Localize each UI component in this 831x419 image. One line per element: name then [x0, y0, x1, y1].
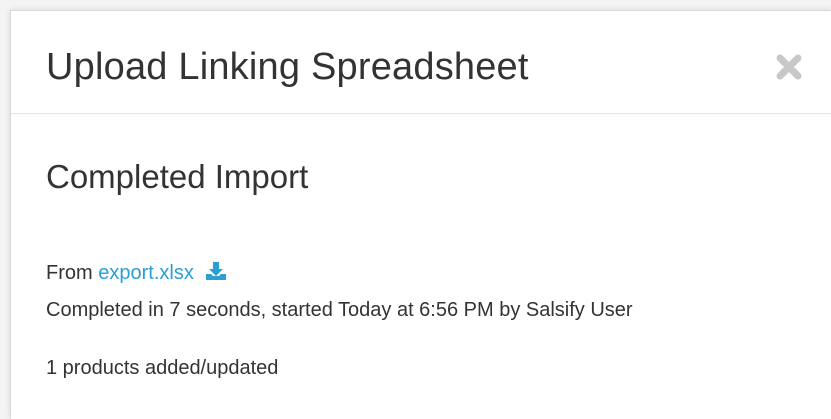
download-icon[interactable]	[205, 261, 227, 288]
close-x-icon	[776, 54, 802, 80]
file-link[interactable]: export.xlsx	[98, 262, 194, 284]
modal-title: Upload Linking Spreadsheet	[46, 46, 529, 88]
close-button[interactable]	[773, 51, 805, 83]
from-prefix: From	[46, 262, 93, 284]
import-status-title: Completed Import	[46, 158, 309, 195]
from-line: From export.xlsx	[46, 260, 227, 288]
products-count: 1 products added/updated	[46, 357, 279, 379]
completed-info: Completed in 7 seconds, started Today at…	[46, 299, 633, 321]
upload-modal: Upload Linking Spreadsheet Completed Imp…	[10, 10, 831, 419]
modal-header: Upload Linking Spreadsheet	[11, 11, 831, 114]
